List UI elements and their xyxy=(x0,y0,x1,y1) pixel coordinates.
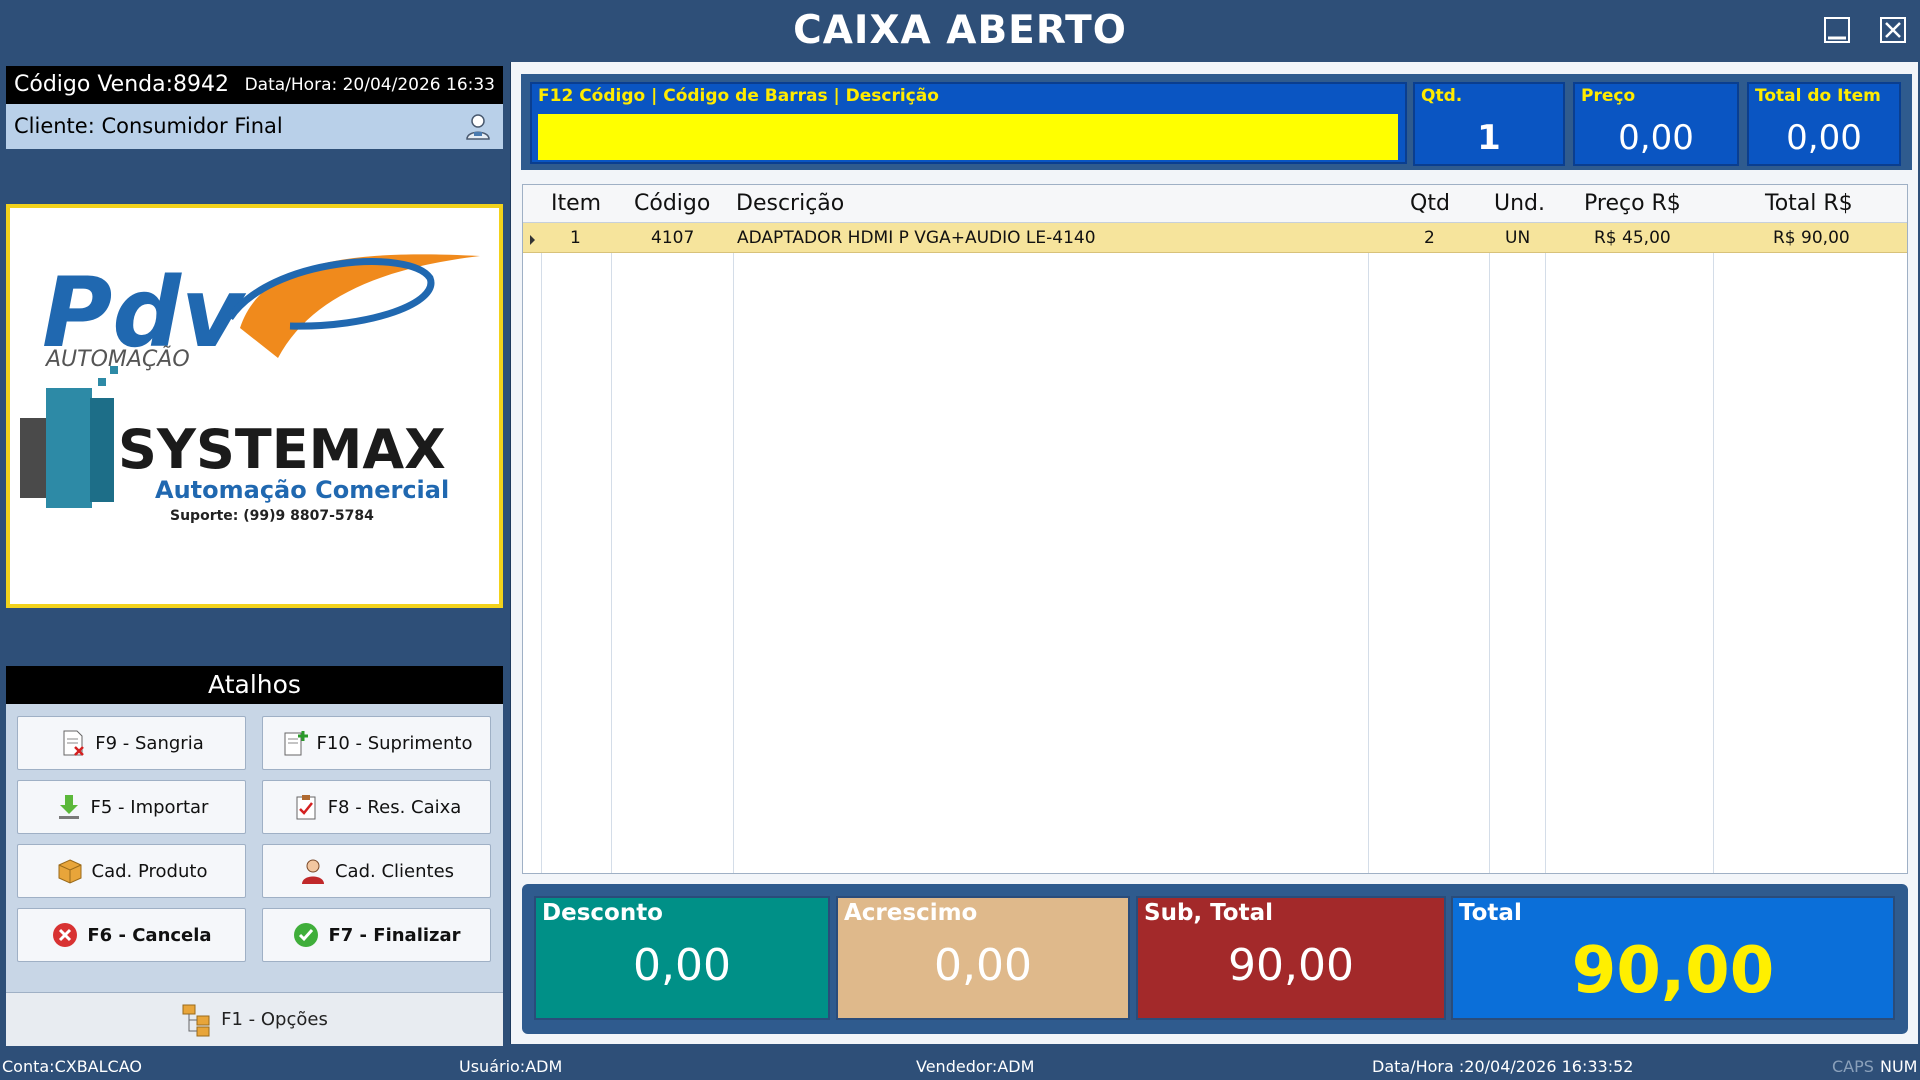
col-descricao[interactable]: Descrição xyxy=(736,191,844,216)
download-icon xyxy=(58,795,79,819)
table-header: Item Código Descrição Qtd Und. Preço R$ … xyxy=(523,185,1907,223)
res-caixa-button[interactable]: F8 - Res. Caixa xyxy=(262,780,491,834)
subtotal-box: Sub, Total 90,00 xyxy=(1136,896,1446,1020)
product-search-input[interactable] xyxy=(538,114,1398,160)
items-table[interactable]: Item Código Descrição Qtd Und. Preço R$ … xyxy=(522,184,1908,874)
preco-field[interactable]: Preço 0,00 xyxy=(1573,82,1739,166)
status-usuario: Usuário:ADM xyxy=(459,1057,563,1076)
importar-button[interactable]: F5 - Importar xyxy=(17,780,246,834)
tree-structure-icon xyxy=(182,1004,210,1036)
product-search-label: F12 Código | Código de Barras | Descriçã… xyxy=(538,86,939,106)
sale-code: Código Venda:8942 xyxy=(14,72,229,97)
sale-datetime: Data/Hora: 20/04/2026 16:33 xyxy=(244,75,495,95)
cancela-button[interactable]: F6 - Cancela xyxy=(17,908,246,962)
logo-graphic: Pdv AUTOMAÇÃO SYSTEMAX Automação Comerci… xyxy=(20,254,480,524)
cell-und: UN xyxy=(1505,228,1531,248)
client-user-icon[interactable] xyxy=(463,111,493,141)
logo-company: SYSTEMAX xyxy=(118,418,446,481)
col-preco[interactable]: Preço R$ xyxy=(1584,191,1681,216)
status-bar: Conta:CXBALCAO Usuário:ADM Vendedor:ADM … xyxy=(0,1052,1920,1080)
col-qtd[interactable]: Qtd xyxy=(1410,191,1450,216)
cell-descricao: ADAPTADOR HDMI P VGA+AUDIO LE-4140 xyxy=(737,228,1096,248)
table-row[interactable]: 1 4107 ADAPTADOR HDMI P VGA+AUDIO LE-414… xyxy=(523,223,1907,253)
logo-company-sub: Automação Comercial xyxy=(155,476,449,504)
row-selector-icon xyxy=(530,235,535,245)
res-caixa-label: F8 - Res. Caixa xyxy=(327,796,462,818)
finalizar-label: F7 - Finalizar xyxy=(328,924,461,946)
cancel-icon xyxy=(53,923,78,947)
preco-label: Preço xyxy=(1581,86,1636,106)
sale-header: Código Venda:8942 Data/Hora: 20/04/2026 … xyxy=(6,66,503,104)
desconto-box[interactable]: Desconto 0,00 xyxy=(534,896,830,1020)
subtotal-value: 90,00 xyxy=(1228,940,1354,991)
col-total[interactable]: Total R$ xyxy=(1765,191,1853,216)
cad-clientes-button[interactable]: Cad. Clientes xyxy=(262,844,491,898)
user-icon xyxy=(301,859,324,884)
qtd-label: Qtd. xyxy=(1421,86,1463,106)
col-item[interactable]: Item xyxy=(551,191,601,216)
status-conta: Conta:CXBALCAO xyxy=(2,1057,142,1076)
cell-codigo: 4107 xyxy=(651,228,695,248)
subtotal-label: Sub, Total xyxy=(1144,900,1273,926)
status-datahora: Data/Hora :20/04/2026 16:33:52 xyxy=(1372,1057,1634,1076)
cad-produto-label: Cad. Produto xyxy=(91,860,208,882)
grid-divider xyxy=(1368,223,1369,873)
logo-support: Suporte: (99)9 8807-5784 xyxy=(170,508,374,524)
box-icon xyxy=(58,859,82,884)
close-icon[interactable] xyxy=(1878,15,1908,45)
options-button[interactable]: F1 - Opções xyxy=(6,992,503,1046)
sangria-label: F9 - Sangria xyxy=(95,732,204,754)
preco-value: 0,00 xyxy=(1618,118,1694,158)
document-remove-icon xyxy=(63,730,85,756)
grid-divider xyxy=(1489,223,1490,873)
grid-divider xyxy=(1713,223,1714,873)
total-item-field: Total do Item 0,00 xyxy=(1747,82,1901,166)
suprimento-button[interactable]: F10 - Suprimento xyxy=(262,716,491,770)
options-label: F1 - Opções xyxy=(221,1009,328,1030)
cad-clientes-label: Cad. Clientes xyxy=(334,860,455,882)
cell-item: 1 xyxy=(570,228,581,248)
shortcuts-title: Atalhos xyxy=(6,666,503,704)
client-bar[interactable]: Cliente: Consumidor Final xyxy=(6,104,503,149)
client-label: Cliente: Consumidor Final xyxy=(14,114,283,138)
cell-total: R$ 90,00 xyxy=(1773,228,1850,248)
total-item-value: 0,00 xyxy=(1786,118,1862,158)
minimize-icon[interactable] xyxy=(1822,15,1852,45)
cell-preco: R$ 45,00 xyxy=(1594,228,1671,248)
document-add-icon xyxy=(284,731,308,756)
product-search-field: F12 Código | Código de Barras | Descriçã… xyxy=(530,82,1407,164)
acrescimo-box[interactable]: Acrescimo 0,00 xyxy=(836,896,1130,1020)
suprimento-label: F10 - Suprimento xyxy=(316,732,473,754)
col-codigo[interactable]: Código xyxy=(634,191,710,216)
col-und[interactable]: Und. xyxy=(1494,191,1545,216)
total-item-label: Total do Item xyxy=(1755,86,1881,106)
qtd-value: 1 xyxy=(1477,118,1501,158)
desconto-label: Desconto xyxy=(542,900,663,926)
total-value: 90,00 xyxy=(1571,934,1775,1008)
grid-divider xyxy=(611,223,612,873)
cad-produto-button[interactable]: Cad. Produto xyxy=(17,844,246,898)
acrescimo-label: Acrescimo xyxy=(844,900,978,926)
desconto-value: 0,00 xyxy=(633,940,731,991)
status-caps: CAPS xyxy=(1832,1057,1874,1076)
cell-qtd: 2 xyxy=(1424,228,1435,248)
company-logo: Pdv AUTOMAÇÃO SYSTEMAX Automação Comerci… xyxy=(6,204,503,608)
status-vendedor: Vendedor:ADM xyxy=(916,1057,1035,1076)
total-label: Total xyxy=(1459,900,1522,926)
grid-divider xyxy=(541,223,542,873)
window-title: CAIXA ABERTO xyxy=(793,8,1127,53)
check-icon xyxy=(294,923,319,947)
grid-divider xyxy=(733,223,734,873)
clipboard-check-icon xyxy=(296,795,316,820)
finalizar-button[interactable]: F7 - Finalizar xyxy=(262,908,491,962)
importar-label: F5 - Importar xyxy=(90,796,209,818)
cancela-label: F6 - Cancela xyxy=(87,924,212,946)
sangria-button[interactable]: F9 - Sangria xyxy=(17,716,246,770)
grid-divider xyxy=(1545,223,1546,873)
acrescimo-value: 0,00 xyxy=(934,940,1032,991)
total-box: Total 90,00 xyxy=(1451,896,1895,1020)
status-num: NUM xyxy=(1880,1057,1918,1076)
qtd-field[interactable]: Qtd. 1 xyxy=(1413,82,1565,166)
